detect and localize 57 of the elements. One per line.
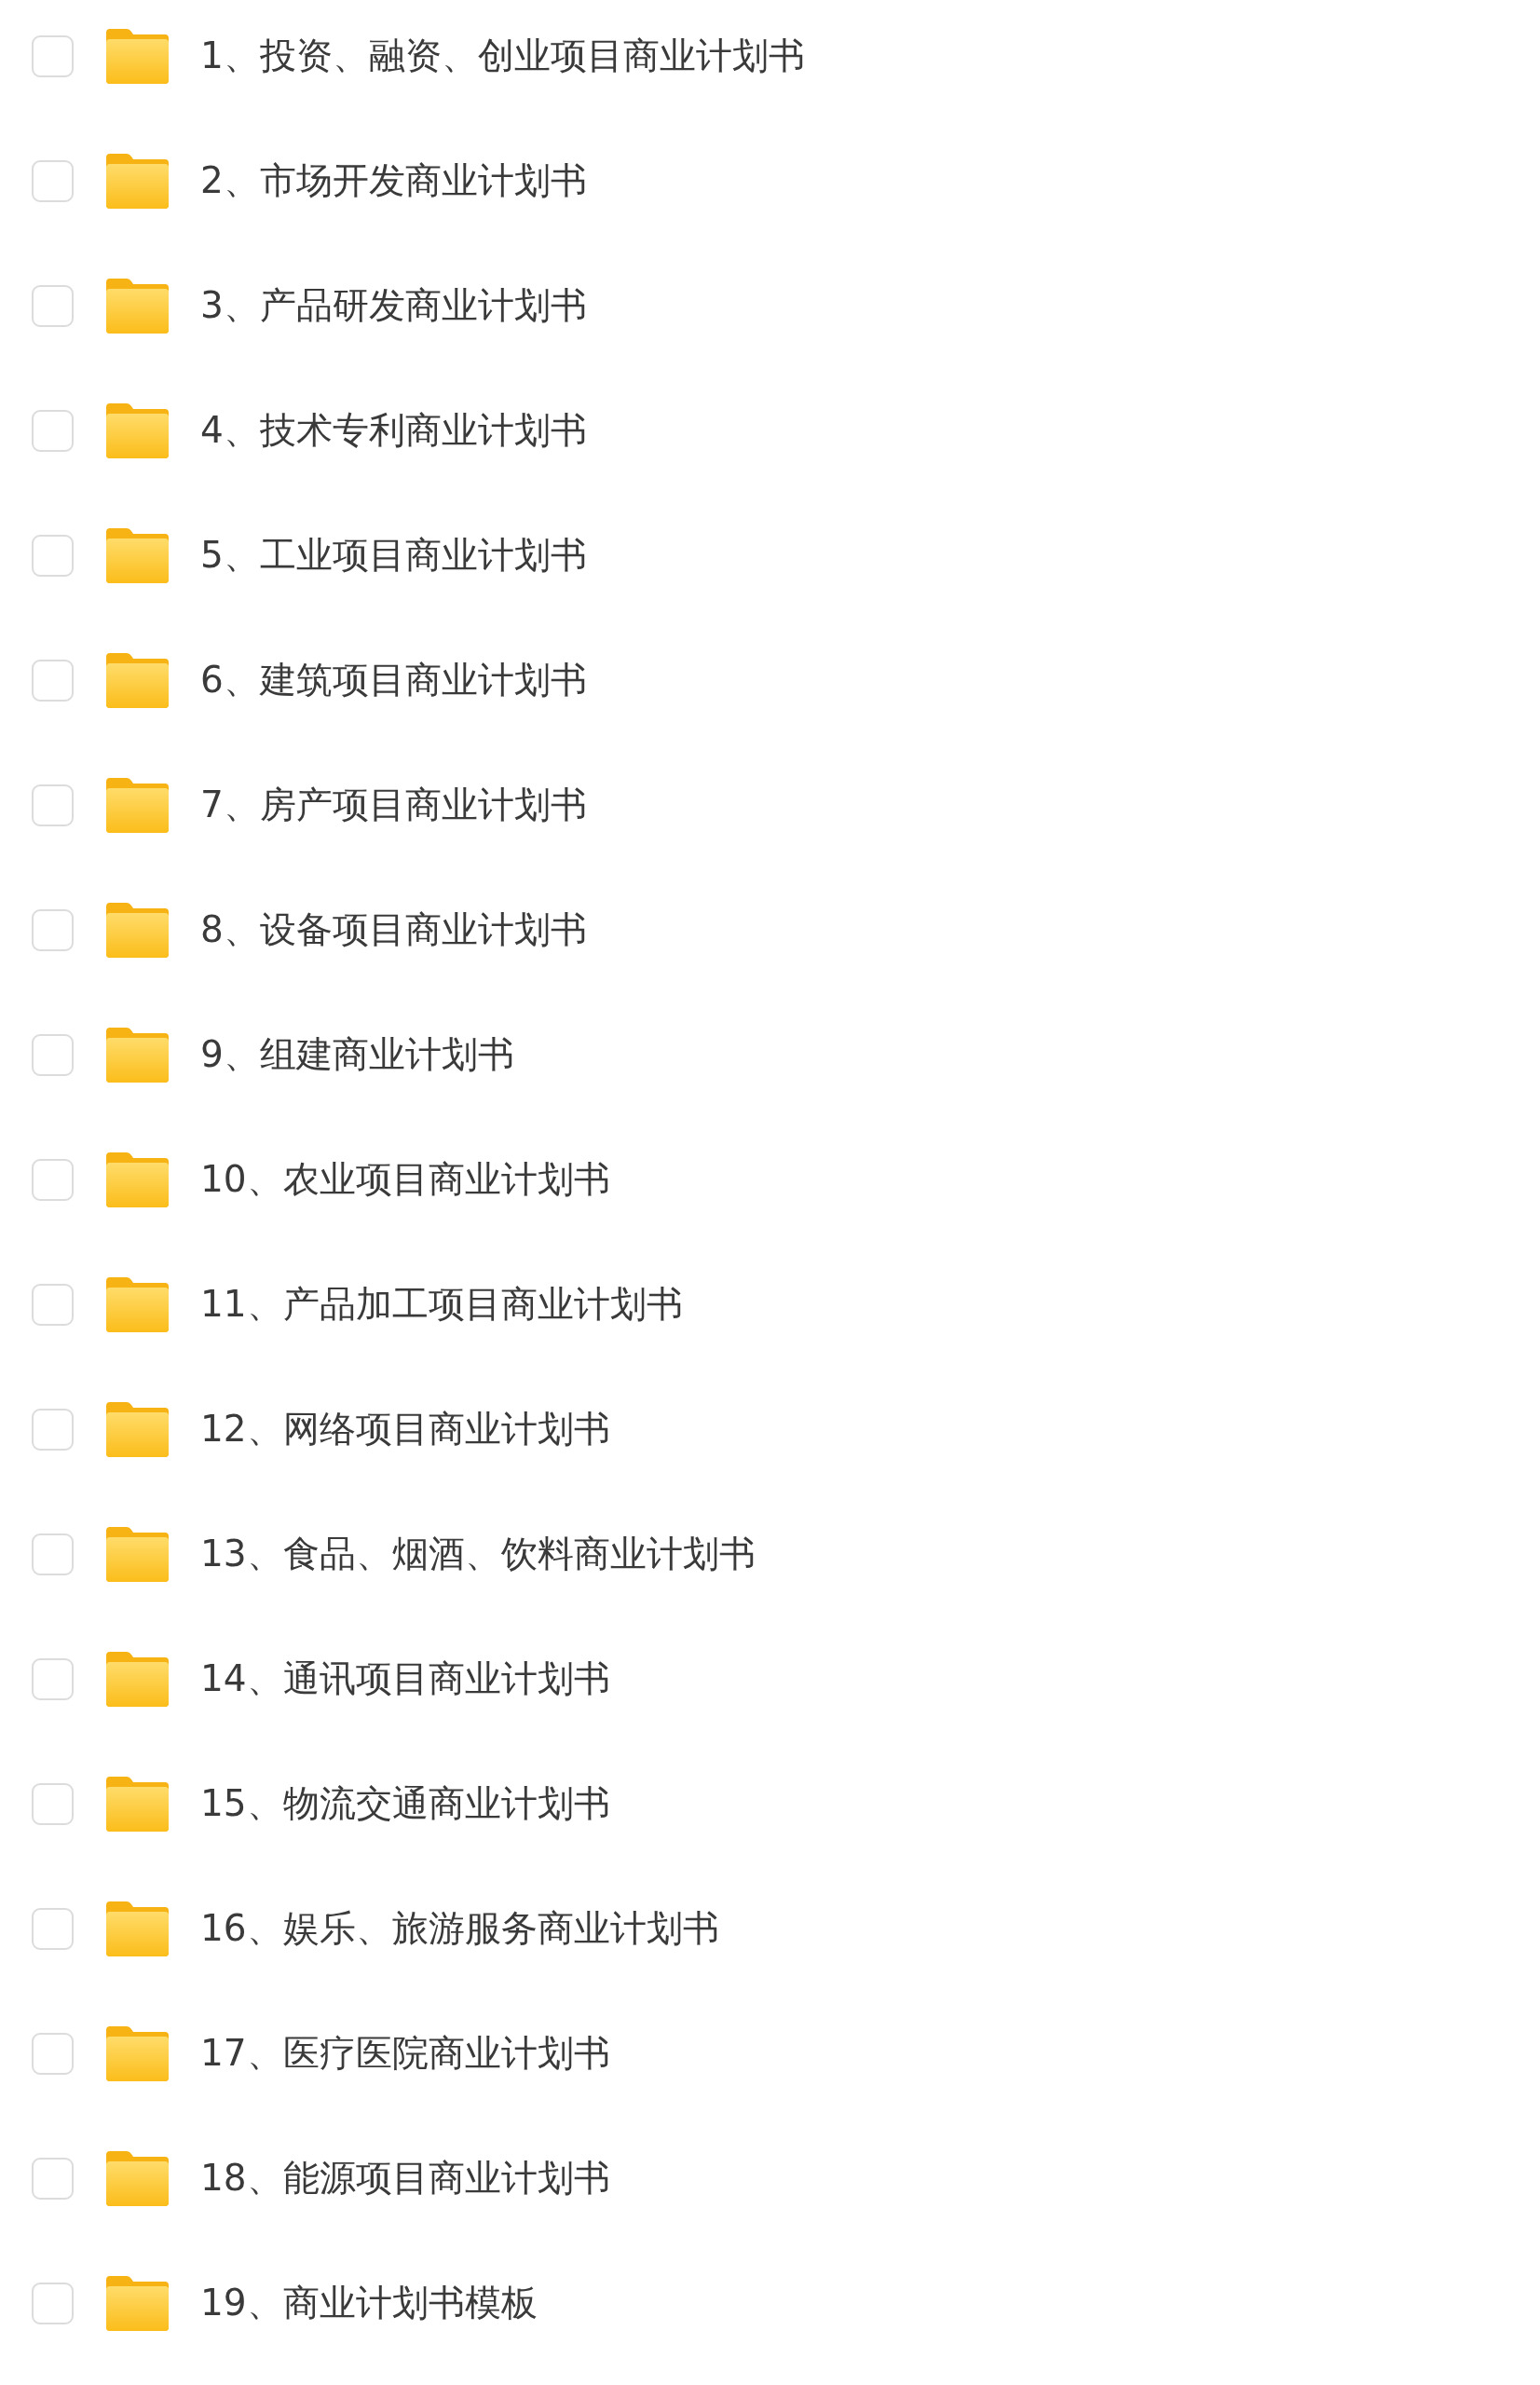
folder-icon [106,28,169,84]
folder-name[interactable]: 4、技术专利商业计划书 [200,408,587,453]
folder-name[interactable]: 1、投资、融资、创业项目商业计划书 [200,34,805,78]
folder-icon [106,1152,169,1207]
folder-icon [106,777,169,833]
checkbox[interactable] [32,159,74,202]
folder-icon [106,1776,169,1832]
checkbox[interactable] [32,2032,74,2075]
checkbox[interactable] [32,784,74,826]
checkbox[interactable] [32,1782,74,1825]
folder-icon [106,2025,169,2081]
folder-icon [106,1651,169,1707]
checkbox[interactable] [32,534,74,577]
checkbox[interactable] [32,659,74,702]
folder-icon [106,1027,169,1083]
folder-name[interactable]: 19、商业计划书模板 [200,2281,538,2325]
folder-icon [106,1901,169,1956]
folder-icon [106,1276,169,1332]
folder-name[interactable]: 3、产品研发商业计划书 [200,283,587,328]
checkbox[interactable] [32,1907,74,1950]
checkbox[interactable] [32,908,74,951]
folder-icon [106,402,169,458]
folder-name[interactable]: 12、网络项目商业计划书 [200,1407,610,1451]
folder-name[interactable]: 14、通讯项目商业计划书 [200,1656,610,1701]
checkbox[interactable] [32,2282,74,2324]
checkbox[interactable] [32,284,74,327]
checkbox[interactable] [32,1033,74,1076]
folder-icon [106,902,169,958]
folder-icon [106,1401,169,1457]
folder-name[interactable]: 8、设备项目商业计划书 [200,907,587,952]
folder-icon [106,1526,169,1582]
folder-name[interactable]: 2、市场开发商业计划书 [200,158,587,203]
folder-name[interactable]: 17、医疗医院商业计划书 [200,2031,610,2076]
checkbox[interactable] [32,1158,74,1201]
checkbox[interactable] [32,2157,74,2200]
checkbox[interactable] [32,1408,74,1451]
folder-icon [106,153,169,209]
checkbox[interactable] [32,1533,74,1575]
folder-name[interactable]: 7、房产项目商业计划书 [200,783,587,827]
folder-name[interactable]: 6、建筑项目商业计划书 [200,658,587,702]
folder-icon [106,652,169,708]
folder-name[interactable]: 10、农业项目商业计划书 [200,1157,610,1202]
folder-name[interactable]: 13、食品、烟酒、饮料商业计划书 [200,1532,756,1576]
folder-name[interactable]: 11、产品加工项目商业计划书 [200,1282,683,1327]
checkbox[interactable] [32,1283,74,1326]
folder-name[interactable]: 18、能源项目商业计划书 [200,2156,610,2201]
checkbox[interactable] [32,409,74,452]
checkbox[interactable] [32,1657,74,1700]
folder-name[interactable]: 9、组建商业计划书 [200,1032,514,1077]
folder-icon [106,527,169,583]
folder-icon [106,2150,169,2206]
folder-name[interactable]: 16、娱乐、旅游服务商业计划书 [200,1906,719,1951]
folder-name[interactable]: 15、物流交通商业计划书 [200,1781,610,1826]
folder-name[interactable]: 5、工业项目商业计划书 [200,533,587,578]
folder-icon [106,2275,169,2331]
folder-icon [106,278,169,334]
checkbox[interactable] [32,34,74,77]
